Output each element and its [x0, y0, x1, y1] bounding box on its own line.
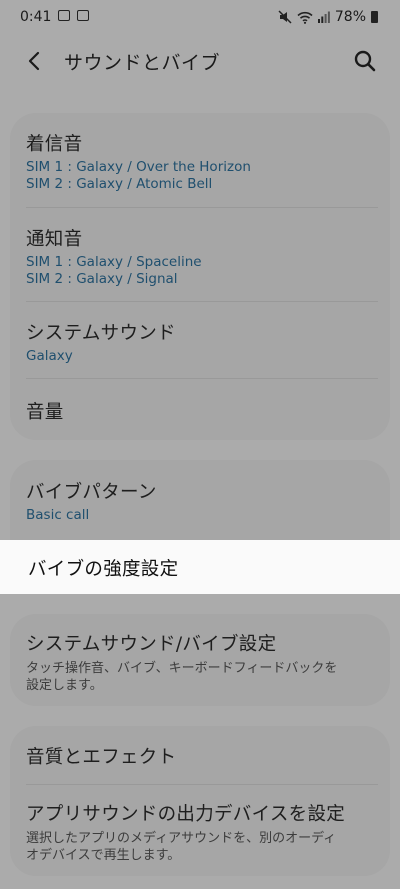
- list-item-notification-sound[interactable]: 通知音 SIM 1 : Galaxy / Spaceline SIM 2 : G…: [26, 225, 374, 288]
- vibration-pattern-title: バイブパターン: [26, 482, 157, 503]
- battery-icon: [371, 11, 378, 23]
- app-sound-output-desc-2: オデバイスで再生します。: [26, 848, 181, 863]
- ringtone-sim1: SIM 1 : Galaxy / Over the Horizon: [26, 159, 251, 175]
- divider: [26, 301, 378, 302]
- signal-icon: [317, 11, 330, 23]
- settings-group-audio: 音質とエフェクト アプリサウンドの出力デバイスを設定 選択したアプリのメディアサ…: [10, 726, 390, 876]
- battery-percent: 78%: [334, 9, 366, 25]
- notification-sim1: SIM 1 : Galaxy / Spaceline: [26, 254, 202, 270]
- list-item-vibration-intensity[interactable]: バイブの強度設定: [0, 540, 400, 594]
- cast-icon: [77, 10, 89, 21]
- wifi-icon: [297, 11, 313, 24]
- system-sound-vibration-desc-2: 設定します。: [26, 678, 103, 693]
- divider: [26, 207, 378, 208]
- sound-quality-title: 音質とエフェクト: [26, 747, 177, 768]
- list-item-sound-quality[interactable]: 音質とエフェクト: [26, 743, 374, 769]
- settings-group-sounds: 着信音 SIM 1 : Galaxy / Over the Horizon SI…: [10, 113, 390, 440]
- list-item-system-sound-vibration[interactable]: システムサウンド/バイブ設定 タッチ操作音、バイブ、キーボードフィードバックを …: [26, 630, 374, 694]
- list-item-volume[interactable]: 音量: [26, 398, 374, 424]
- list-item-vibration-pattern[interactable]: バイブパターン Basic call: [26, 478, 374, 524]
- volume-title: 音量: [26, 402, 64, 423]
- system-sound-title: システムサウンド: [26, 323, 176, 344]
- divider: [26, 378, 378, 379]
- system-sound-value: Galaxy: [26, 348, 73, 364]
- app-sound-output-title: アプリサウンドの出力デバイスを設定: [26, 804, 346, 825]
- app-sound-output-desc-1: 選択したアプリのメディアサウンドを、別のオーディ: [26, 831, 337, 846]
- divider: [26, 784, 378, 785]
- gallery-icon: [58, 10, 70, 21]
- search-icon[interactable]: [352, 48, 378, 74]
- settings-group-system-feedback: システムサウンド/バイブ設定 タッチ操作音、バイブ、キーボードフィードバックを …: [10, 614, 390, 706]
- list-item-system-sound[interactable]: システムサウンド Galaxy: [26, 319, 374, 365]
- list-item-app-sound-output[interactable]: アプリサウンドの出力デバイスを設定 選択したアプリのメディアサウンドを、別のオー…: [26, 800, 374, 864]
- notification-sound-title: 通知音: [26, 229, 83, 250]
- vibration-intensity-title: バイブの強度設定: [28, 559, 179, 580]
- app-header: サウンドとバイブ: [0, 36, 400, 88]
- ringtone-sim2: SIM 2 : Galaxy / Atomic Bell: [26, 176, 213, 192]
- page-title: サウンドとバイブ: [64, 52, 221, 74]
- system-sound-vibration-desc-1: タッチ操作音、バイブ、キーボードフィードバックを: [26, 661, 338, 676]
- status-bar: 0:41 78%: [0, 0, 400, 36]
- list-item-ringtone[interactable]: 着信音 SIM 1 : Galaxy / Over the Horizon SI…: [26, 130, 374, 193]
- system-sound-vibration-title: システムサウンド/バイブ設定: [26, 634, 277, 655]
- status-time: 0:41: [20, 9, 52, 25]
- ringtone-title: 着信音: [26, 134, 83, 155]
- notification-sim2: SIM 2 : Galaxy / Signal: [26, 271, 178, 287]
- vibration-pattern-value: Basic call: [26, 507, 90, 523]
- mute-icon: [278, 10, 292, 24]
- chevron-left-icon[interactable]: [22, 48, 48, 74]
